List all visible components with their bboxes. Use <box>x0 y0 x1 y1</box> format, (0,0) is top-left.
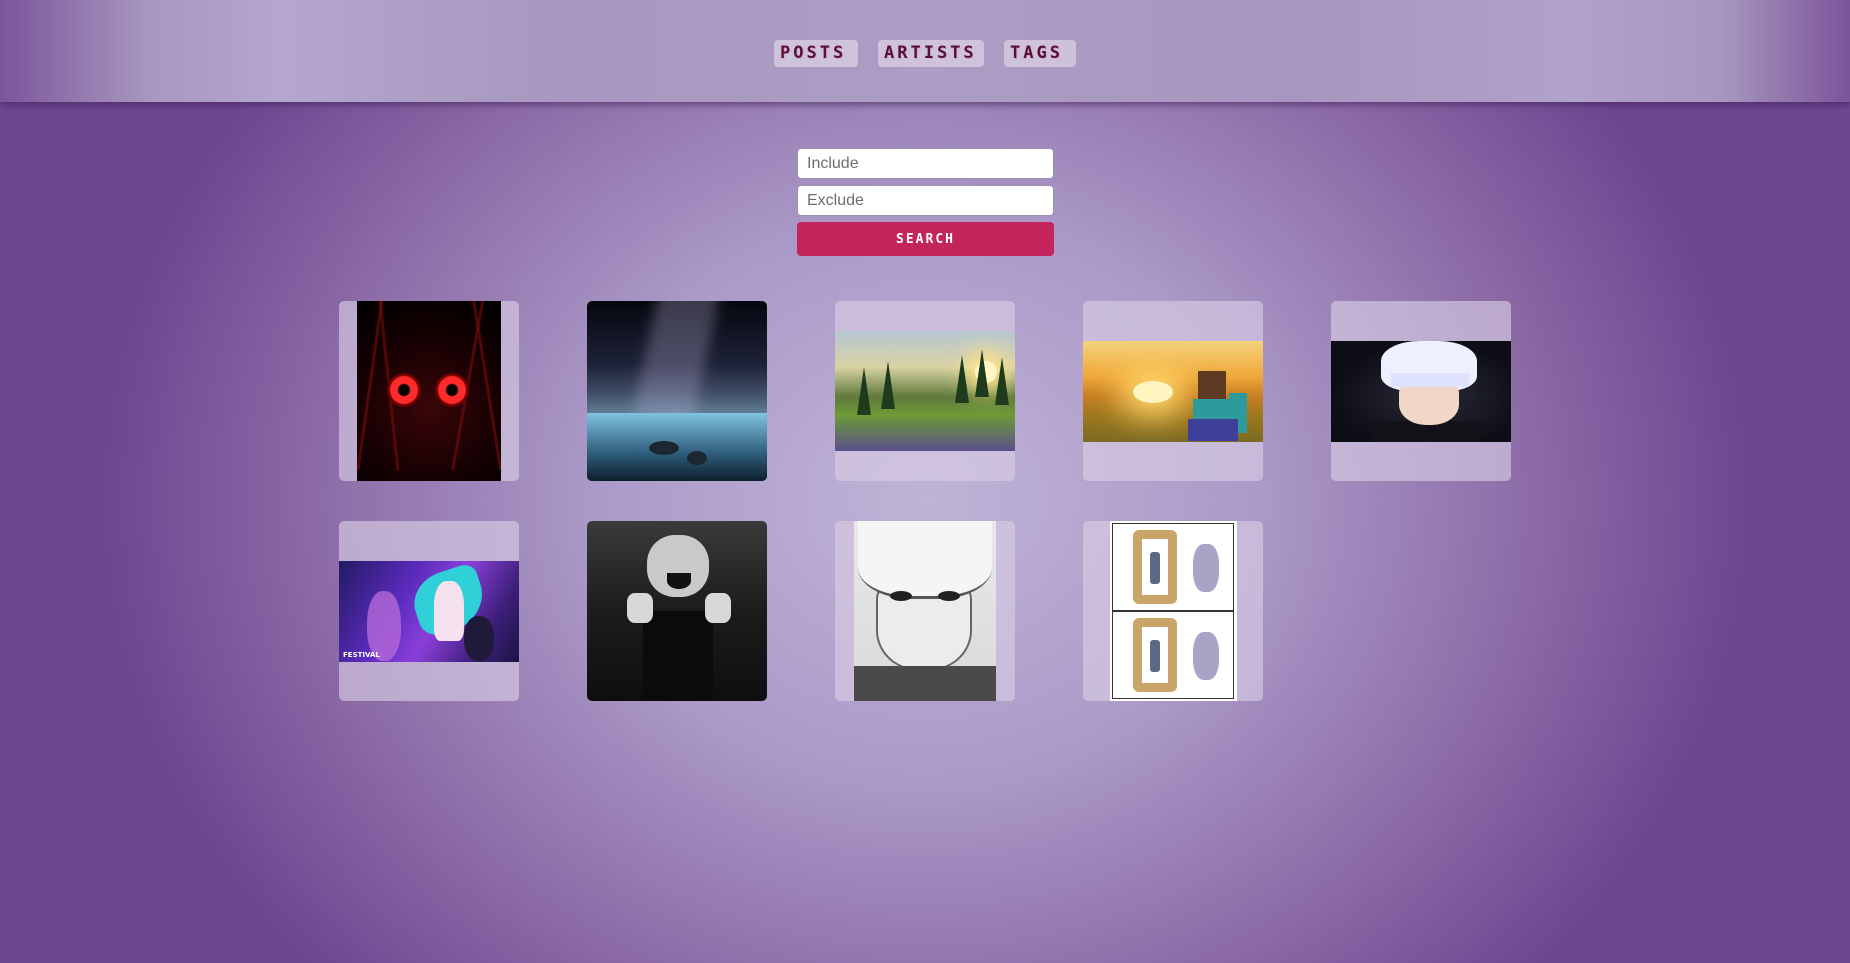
exclude-tags-input[interactable] <box>797 185 1054 216</box>
post-thumbnail <box>1110 521 1237 701</box>
nav-posts[interactable]: POSTS <box>774 40 858 67</box>
post-card[interactable]: FESTIVAL <box>339 521 519 701</box>
post-thumbnail <box>357 301 501 481</box>
post-thumbnail <box>587 301 767 481</box>
post-card[interactable] <box>587 301 767 481</box>
nav-artists[interactable]: ARTISTS <box>878 40 984 67</box>
post-card[interactable] <box>339 301 519 481</box>
thumbnail-caption: FESTIVAL <box>343 651 380 659</box>
post-thumbnail <box>854 521 996 701</box>
post-thumbnail <box>1083 341 1263 442</box>
top-navigation-bar: POSTS ARTISTS TAGS <box>0 0 1850 102</box>
post-card[interactable] <box>1083 521 1263 701</box>
post-card[interactable] <box>1331 301 1511 481</box>
main-nav: POSTS ARTISTS TAGS <box>0 40 1850 67</box>
search-form: SEARCH <box>797 148 1054 256</box>
post-card[interactable] <box>835 521 1015 701</box>
post-thumbnail <box>1331 341 1511 442</box>
post-thumbnail <box>835 331 1015 451</box>
post-thumbnail <box>587 521 767 701</box>
post-card[interactable] <box>587 521 767 701</box>
include-tags-input[interactable] <box>797 148 1054 179</box>
nav-tags[interactable]: TAGS <box>1004 40 1076 67</box>
post-card[interactable] <box>1083 301 1263 481</box>
post-thumbnail: FESTIVAL <box>339 561 519 662</box>
post-card[interactable] <box>835 301 1015 481</box>
search-button[interactable]: SEARCH <box>797 222 1054 256</box>
